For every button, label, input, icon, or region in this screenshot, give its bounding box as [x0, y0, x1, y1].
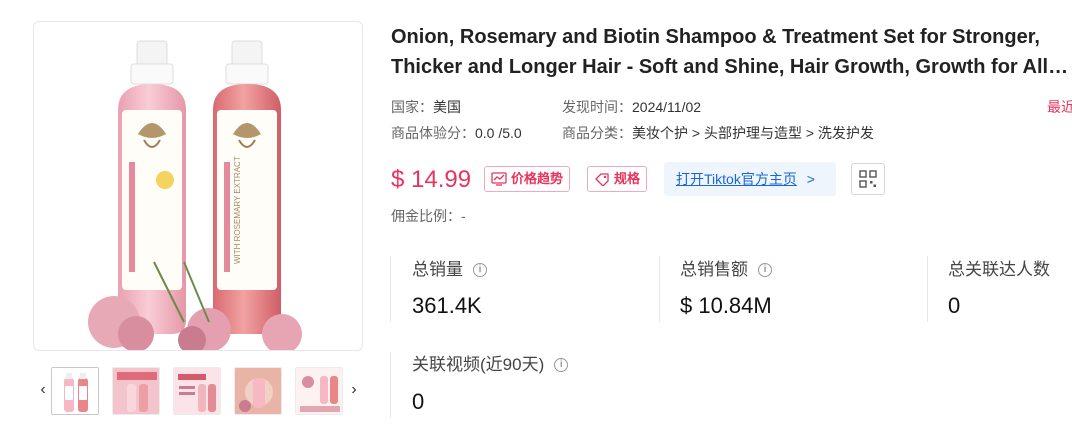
- thumbnail-image: [174, 368, 220, 414]
- product-title-line: Thicker and Longer Hair - Soft and Shine…: [391, 56, 1072, 78]
- stats-divider: [390, 352, 391, 418]
- spec-label: 规格: [614, 171, 641, 186]
- price-trend-button[interactable]: 价格趋势: [484, 166, 571, 192]
- thumbnail-image: [235, 368, 281, 414]
- total-creators-value: 0: [948, 293, 961, 318]
- category-value[interactable]: 美妆个护 > 头部护理与造型 > 洗发护发: [632, 125, 874, 141]
- videos-label: 关联视频(近90天) i: [412, 354, 569, 376]
- stats-divider: [390, 256, 391, 322]
- commission-value: -: [461, 208, 466, 224]
- info-icon[interactable]: i: [554, 358, 569, 372]
- product-title-line: Onion, Rosemary and Biotin Shampoo & Tre…: [391, 26, 1040, 48]
- product-price: $ 14.99: [391, 166, 472, 193]
- score-label: 商品体验分：: [391, 125, 475, 141]
- country-label: 国家：: [391, 99, 433, 115]
- info-icon[interactable]: i: [473, 263, 487, 277]
- videos-label-text: 关联视频(近90天): [412, 355, 545, 374]
- tiktok-link[interactable]: 打开Tiktok官方主页 >: [664, 162, 836, 196]
- thumbnail[interactable]: [295, 367, 343, 415]
- score-value: 0.0 /5.0: [475, 125, 522, 141]
- total-sales-label-text: 总销量: [412, 260, 463, 279]
- total-creators-label-text: 总关联达人数: [948, 260, 1050, 279]
- commission-label: 佣金比例：: [391, 208, 461, 224]
- tag-icon: [595, 173, 609, 186]
- price-trend-label: 价格趋势: [511, 171, 564, 186]
- thumbnail-image: [296, 368, 342, 414]
- thumbnail[interactable]: [112, 367, 160, 415]
- category-label: 商品分类：: [562, 125, 632, 141]
- product-main-image[interactable]: WITH ROSEMARY EXTRACT: [33, 21, 363, 351]
- recent-tag: 最近: [1047, 99, 1072, 115]
- videos-value: 0: [412, 389, 425, 414]
- bottle-label-text: WITH ROSEMARY EXTRACT: [233, 156, 242, 264]
- commission-field: 佣金比例：-: [391, 207, 466, 225]
- qr-code-icon: [859, 170, 877, 188]
- discovered-label: 发现时间：: [562, 99, 632, 115]
- total-creators-label: 总关联达人数: [948, 259, 1050, 281]
- tiktok-link-label: 打开Tiktok官方主页: [676, 171, 797, 187]
- stats-divider: [659, 256, 660, 322]
- total-sales-value: 361.4K: [412, 293, 482, 318]
- thumbnail-image: [113, 368, 159, 414]
- chevron-right-icon[interactable]: ›: [346, 378, 362, 402]
- product-title: Onion, Rosemary and Biotin Shampoo & Tre…: [391, 22, 1072, 82]
- chevron-right-icon: >: [806, 171, 815, 187]
- total-revenue-label: 总销售额 i: [680, 259, 772, 281]
- country-field: 国家：美国: [391, 98, 461, 116]
- thumbnail[interactable]: [173, 367, 221, 415]
- thumbnail-image: [64, 373, 88, 412]
- thumbnail[interactable]: [234, 367, 282, 415]
- info-icon[interactable]: i: [758, 263, 772, 277]
- total-revenue-label-text: 总销售额: [680, 260, 748, 279]
- spec-button[interactable]: 规格: [587, 166, 648, 192]
- total-revenue-value: $ 10.84M: [680, 293, 772, 318]
- stats-divider: [927, 256, 928, 322]
- score-field: 商品体验分：0.0 /5.0: [391, 124, 522, 142]
- country-value: 美国: [433, 99, 461, 115]
- thumbnail-strip: ‹ ›: [33, 364, 363, 418]
- total-sales-label: 总销量 i: [412, 259, 487, 281]
- trend-chart-icon: [491, 172, 507, 186]
- discovered-value: 2024/11/02: [632, 99, 702, 115]
- category-field: 商品分类：美妆个护 > 头部护理与造型 > 洗发护发: [562, 124, 874, 142]
- chevron-left-icon[interactable]: ‹: [35, 378, 51, 402]
- discovered-field: 发现时间：2024/11/02: [562, 98, 701, 116]
- product-bottles-illustration: WITH ROSEMARY EXTRACT: [88, 40, 302, 350]
- thumbnail[interactable]: [51, 367, 99, 415]
- qr-code-button[interactable]: [851, 163, 885, 195]
